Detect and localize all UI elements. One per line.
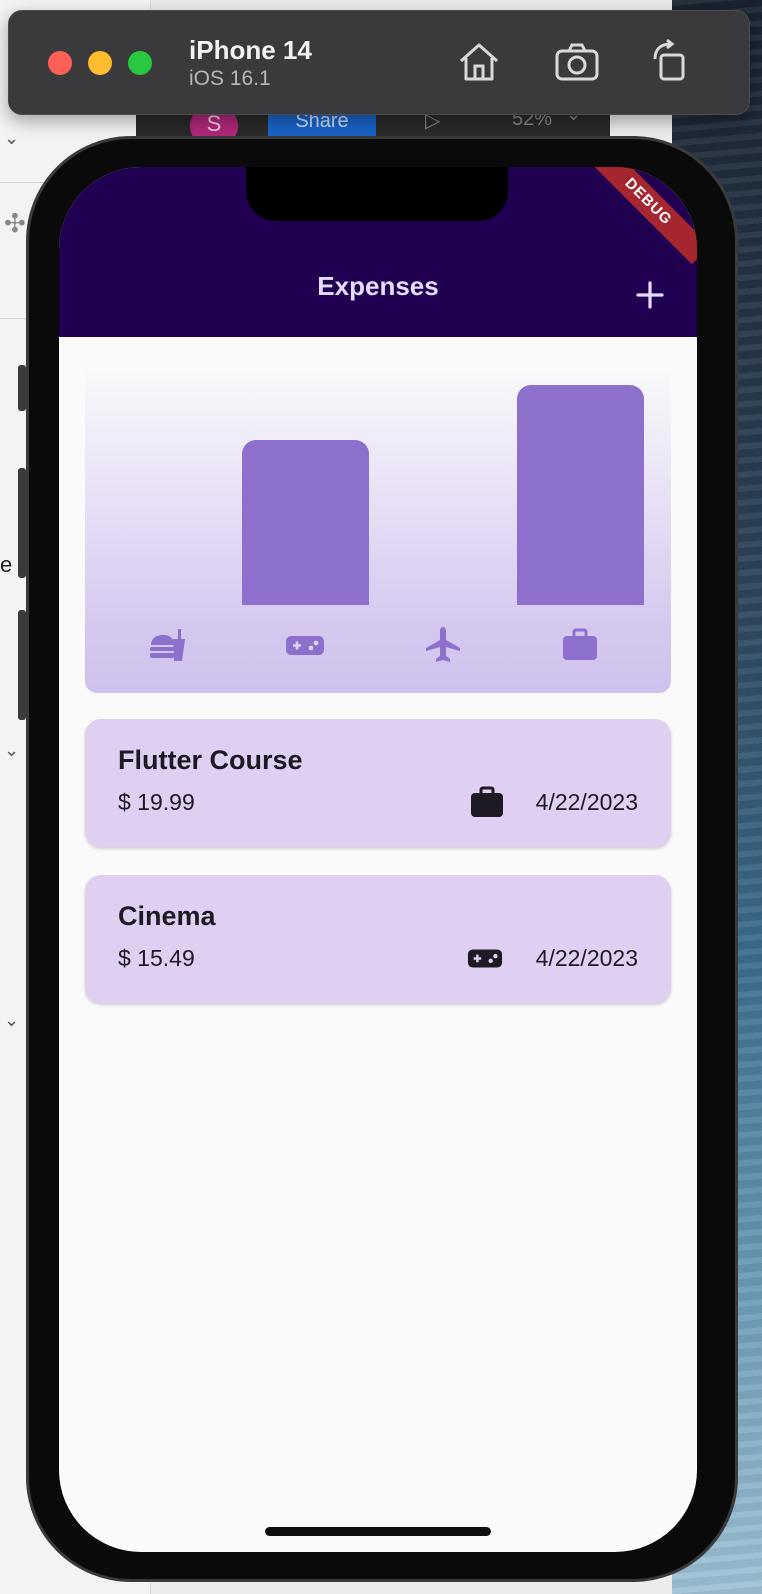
notch (246, 167, 508, 221)
background-text-fragment: e (0, 552, 13, 577)
rotate-icon[interactable] (645, 39, 693, 85)
leisure-icon (467, 949, 503, 968)
chart-bar-leisure (242, 385, 369, 605)
extension-icon: ✣ (4, 208, 26, 238)
chevron-down-icon[interactable]: ⌄ (4, 1010, 19, 1031)
home-indicator (265, 1527, 491, 1536)
phone-screen: Expenses DEBUG Flutter Course $ 19.99 4/… (59, 167, 697, 1552)
add-expense-button[interactable] (634, 279, 666, 311)
expense-title: Cinema (118, 901, 216, 931)
chevron-down-icon[interactable]: ⌄ (4, 740, 19, 761)
minimize-button[interactable] (88, 51, 112, 75)
work-icon (471, 786, 503, 817)
expense-date: 4/22/2023 (535, 945, 638, 971)
expense-amount: $ 19.99 (118, 789, 195, 815)
background-bar (18, 610, 26, 720)
expense-title: Flutter Course (118, 745, 303, 775)
chart-bar-fill (242, 439, 369, 605)
chart-bar-work (517, 385, 644, 605)
chevron-down-icon[interactable]: ⌄ (4, 128, 19, 149)
expense-date: 4/22/2023 (535, 789, 638, 815)
maximize-button[interactable] (128, 51, 152, 75)
page-title: Expenses (317, 271, 439, 301)
os-version: iOS 16.1 (189, 67, 271, 90)
screenshot-icon[interactable] (553, 39, 601, 85)
chart-bar-food (104, 385, 231, 605)
background-bar (18, 468, 26, 578)
chart-bar-travel (380, 385, 507, 605)
simulator-titlebar: iPhone 14 iOS 16.1 (8, 10, 750, 115)
expense-chart (85, 363, 671, 693)
device-name: iPhone 14 (189, 35, 312, 65)
home-icon[interactable] (455, 39, 503, 85)
expense-amount: $ 15.49 (118, 945, 195, 971)
expense-item[interactable]: Flutter Course $ 19.99 4/22/2023 (85, 719, 671, 847)
work-icon (563, 628, 597, 660)
travel-icon (426, 627, 460, 662)
chart-bar-fill (517, 385, 644, 605)
background-bar (18, 365, 26, 411)
close-button[interactable] (48, 51, 72, 75)
expense-item[interactable]: Cinema $ 15.49 4/22/2023 (85, 875, 671, 1003)
food-icon (150, 629, 185, 661)
leisure-icon (286, 636, 324, 655)
